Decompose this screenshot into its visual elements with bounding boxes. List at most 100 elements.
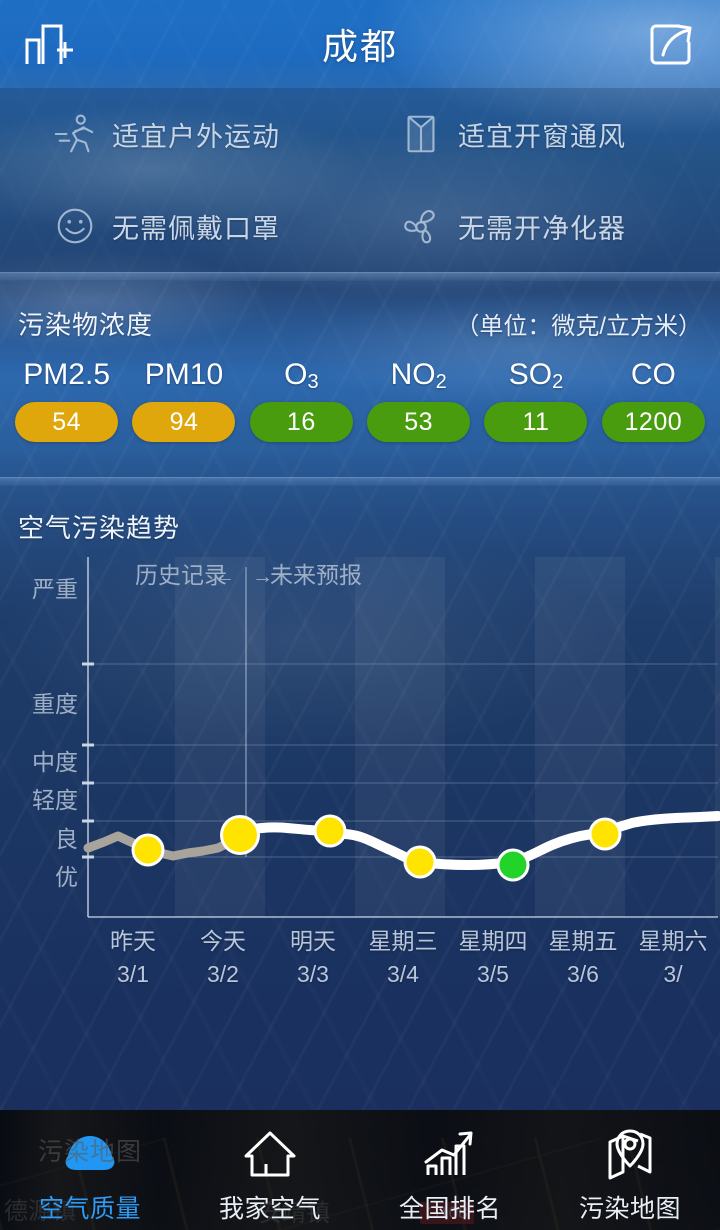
xlabel-date: 3/6 bbox=[567, 961, 599, 987]
xlabel-date: 3/ bbox=[663, 961, 683, 987]
ylabel-zhongdu: 重度 bbox=[32, 691, 78, 717]
pollutant-col: O3 16 bbox=[243, 358, 360, 442]
advice-item-mask[interactable]: 无需佩戴口罩 bbox=[0, 180, 360, 272]
chart-xlabel: 明天 3/3 bbox=[268, 925, 358, 991]
bottom-navbar: 德源镇 安靖镇 G108 污染地图 空气质量 我家空气 全国排名 污染地图 bbox=[0, 1110, 720, 1230]
ylabel-qingdu: 轻度 bbox=[32, 787, 78, 813]
advice-item-purifier[interactable]: 无需开净化器 bbox=[360, 180, 720, 272]
xlabel-date: 3/1 bbox=[117, 961, 149, 987]
chart-ylabels: 严重 重度 中度 轻度 良 优 bbox=[32, 576, 78, 890]
pollutant-col: PM2.5 54 bbox=[8, 358, 125, 442]
advice-label: 适宜户外运动 bbox=[112, 121, 280, 152]
page-title: 成都 bbox=[321, 26, 398, 67]
divider-top bbox=[0, 272, 720, 281]
pollutant-col: SO2 11 bbox=[477, 358, 594, 442]
pollutant-value-pill: 53 bbox=[367, 402, 471, 442]
share-button[interactable] bbox=[640, 14, 702, 74]
add-city-icon bbox=[25, 24, 73, 64]
nav-item-national-ranking[interactable]: 全国排名 bbox=[360, 1110, 540, 1230]
divider-bottom bbox=[0, 477, 720, 486]
xlabel-day: 今天 bbox=[200, 928, 246, 954]
pollutant-value-pill: 16 bbox=[249, 402, 353, 442]
ylabel-you: 优 bbox=[55, 864, 78, 890]
pollutant-col: CO 1200 bbox=[595, 358, 712, 442]
advice-item-window[interactable]: 适宜开窗通风 bbox=[360, 88, 720, 180]
xlabel-day: 明天 bbox=[290, 928, 336, 954]
map-pin-icon bbox=[600, 1123, 660, 1185]
pollutants-panel: 污染物浓度 （单位：微克/立方米） PM2.5 54 PM10 94 O3 16 NO2 53… bbox=[0, 281, 720, 477]
nav-label: 污染地图 bbox=[578, 1195, 681, 1223]
xlabel-date: 3/2 bbox=[207, 961, 239, 987]
chart-data-point[interactable] bbox=[406, 848, 434, 876]
forecast-label: 未来预报 bbox=[270, 562, 362, 588]
pollutant-col: PM10 94 bbox=[125, 358, 242, 442]
chart-data-point[interactable] bbox=[223, 818, 257, 852]
chart-xlabel: 星期六 3/ bbox=[628, 925, 718, 991]
chart-data-point[interactable] bbox=[499, 851, 527, 879]
trend-title: 空气污染趋势 bbox=[18, 513, 181, 543]
fan-icon bbox=[404, 210, 435, 244]
xlabel-day: 星期四 bbox=[458, 928, 528, 954]
chart-data-point[interactable] bbox=[316, 817, 344, 845]
trend-panel: 空气污染趋势 严重 重度 中度 轻度 良 优 历史记录 ← → 未来预报 昨天 … bbox=[0, 486, 720, 1110]
chart-xlabel: 昨天 3/1 bbox=[88, 925, 178, 991]
pollutants-header: 污染物浓度 （单位：微克/立方米） bbox=[0, 281, 720, 342]
pollutant-value-pill: 11 bbox=[484, 402, 588, 442]
pollutant-name: CO bbox=[630, 358, 676, 391]
window-icon bbox=[407, 115, 435, 153]
nav-label: 空气质量 bbox=[38, 1195, 141, 1223]
nav-item-air-quality[interactable]: 污染地图 空气质量 bbox=[0, 1110, 180, 1230]
app-root: 成都 适宜户外运动 适宜开窗通风 无需佩戴口罩 无需开净化器 污染物浓度 （单位… bbox=[0, 0, 720, 1230]
advice-label: 适宜开窗通风 bbox=[458, 121, 626, 152]
ylabel-yanzhong: 严重 bbox=[32, 576, 78, 602]
chart-xlabel: 星期三 3/4 bbox=[358, 925, 448, 991]
smiley-face-icon bbox=[57, 208, 93, 244]
pollutant-value-pill: 1200 bbox=[601, 402, 705, 442]
xlabel-date: 3/3 bbox=[297, 961, 329, 987]
runner-icon bbox=[54, 114, 94, 153]
xlabel-day: 星期六 bbox=[638, 928, 708, 954]
app-header: 成都 bbox=[0, 0, 720, 88]
xlabel-day: 星期五 bbox=[548, 928, 618, 954]
chart-xlabel: 星期四 3/5 bbox=[448, 925, 538, 991]
nav-label: 我家空气 bbox=[218, 1195, 321, 1223]
pollutant-col: NO2 53 bbox=[360, 358, 477, 442]
chart-xlabel: 星期五 3/6 bbox=[538, 925, 628, 991]
pollutant-name: O3 bbox=[284, 358, 319, 393]
chart-xlabel: 今天 3/2 bbox=[178, 925, 268, 991]
xlabel-day: 昨天 bbox=[110, 928, 156, 954]
advice-item-outdoor[interactable]: 适宜户外运动 bbox=[0, 88, 360, 180]
chart-data-point[interactable] bbox=[134, 836, 162, 864]
pollutant-value-pill: 54 bbox=[15, 402, 119, 442]
nav-label: 全国排名 bbox=[398, 1195, 501, 1223]
forecast-line bbox=[227, 811, 720, 870]
pollutants-grid: PM2.5 54 PM10 94 O3 16 NO2 53 SO2 11 CO 1200 bbox=[0, 358, 720, 442]
left-arrow-icon: ← bbox=[214, 565, 235, 588]
nav-ghost-text: 污染地图 bbox=[37, 1138, 142, 1166]
nav-item-pollution-map[interactable]: 污染地图 bbox=[540, 1110, 720, 1230]
pollutant-name: NO2 bbox=[390, 358, 447, 393]
pollutant-name: PM2.5 bbox=[23, 358, 111, 391]
advice-label: 无需佩戴口罩 bbox=[112, 213, 280, 244]
chart-canvas: 严重 重度 中度 轻度 良 优 历史记录 ← → 未来预报 bbox=[32, 557, 720, 918]
air-trend-chart[interactable]: 严重 重度 中度 轻度 良 优 历史记录 ← → 未来预报 昨天 3/1 今天 3/2… bbox=[0, 557, 720, 1087]
xlabel-date: 3/4 bbox=[387, 961, 419, 987]
share-icon bbox=[650, 24, 692, 65]
pollutant-name: SO2 bbox=[508, 358, 564, 393]
bar-chart-arrow-icon bbox=[420, 1123, 480, 1185]
advice-label: 无需开净化器 bbox=[458, 213, 626, 244]
chart-data-point[interactable] bbox=[591, 820, 619, 848]
advice-panel: 适宜户外运动 适宜开窗通风 无需佩戴口罩 无需开净化器 bbox=[0, 88, 720, 272]
xlabel-date: 3/5 bbox=[477, 961, 509, 987]
pollutants-title: 污染物浓度 bbox=[18, 310, 154, 340]
xlabel-day: 星期三 bbox=[368, 928, 438, 954]
chart-xlabels: 昨天 3/1 今天 3/2 明天 3/3 星期三 3/4 星期四 3/5 星期五 3/6 星期六 3/ bbox=[0, 925, 720, 991]
house-icon bbox=[240, 1123, 300, 1185]
add-city-button[interactable] bbox=[18, 14, 80, 74]
pollutant-name: PM10 bbox=[144, 358, 224, 391]
ylabel-zhongdu2: 中度 bbox=[32, 749, 78, 775]
nav-item-my-home-air[interactable]: 我家空气 bbox=[180, 1110, 360, 1230]
ylabel-liang: 良 bbox=[55, 826, 78, 852]
pollutant-value-pill: 94 bbox=[132, 402, 236, 442]
pollutants-unit: （单位：微克/立方米） bbox=[455, 313, 702, 340]
